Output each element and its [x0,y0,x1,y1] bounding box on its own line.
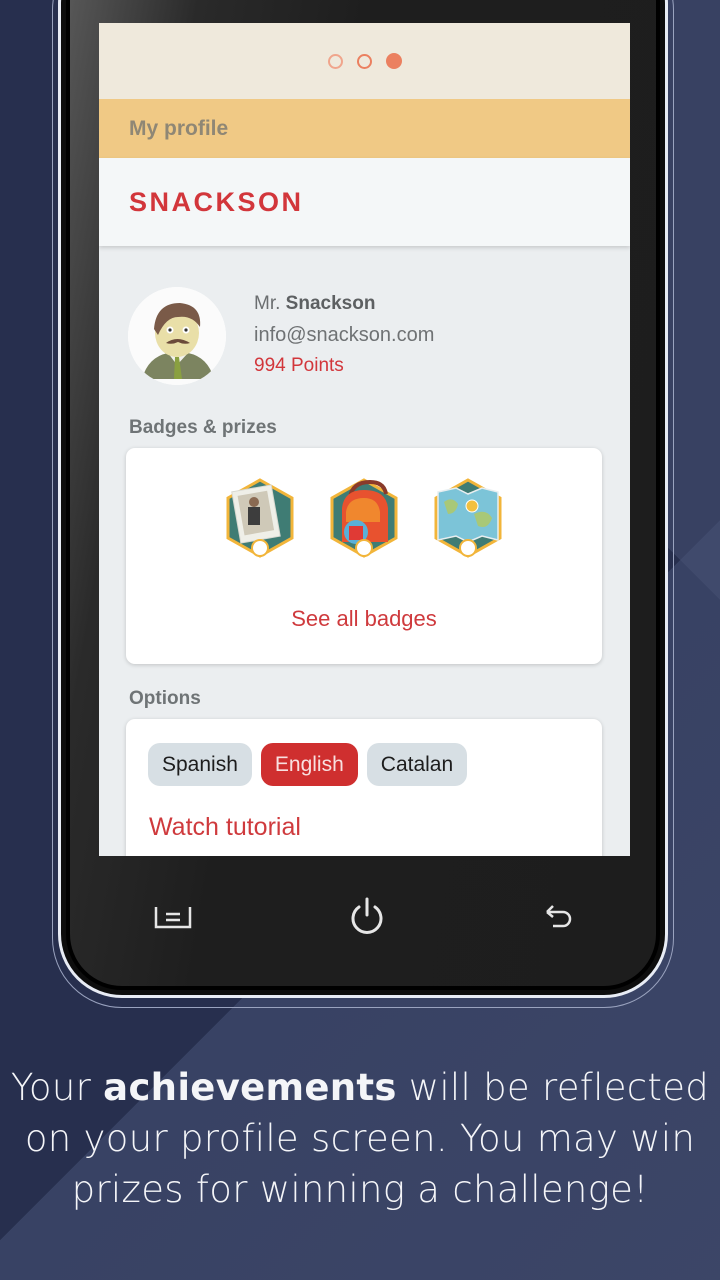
language-chip-english[interactable]: English [260,743,358,786]
options-section-label: Options [129,688,201,709]
page-dot-2[interactable] [356,53,372,69]
page-dot-3-active[interactable] [385,53,402,69]
back-icon [546,905,572,928]
caption-text-start: Your [10,1066,104,1109]
profile-points: 994 Points [254,355,344,376]
page-title: My profile [129,116,229,140]
badges-section-label: Badges & prizes [129,417,277,438]
stamp-badge-icon[interactable] [226,478,294,558]
phone-screen: My profile SNACKSON Mr. Snackson info@sn… [99,23,630,856]
app-bar: My profile [99,99,630,158]
brand-logo: SNACKSON [129,186,304,217]
language-chip-catalan[interactable]: Catalan [366,743,468,786]
promo-caption: Your achievements will be reflected on y… [0,1062,720,1215]
power-icon [351,897,383,934]
avatar [128,287,226,385]
language-selector: Spanish English Catalan [148,743,468,786]
profile-section: Mr. Snackson info@snackson.com 994 Point… [99,246,630,416]
see-all-badges-link[interactable]: See all badges [126,606,602,632]
profile-info: Mr. Snackson info@snackson.com 994 Point… [254,293,434,377]
android-nav-bar [99,856,630,976]
badges-card: See all badges [126,448,602,664]
brand-header: SNACKSON [99,158,630,246]
name: Snackson [285,293,376,314]
page-dot-1[interactable] [327,53,343,69]
profile-email: info@snackson.com [254,324,435,346]
badges-list [126,478,602,558]
options-card: Spanish English Catalan Watch tutorial [126,719,602,856]
watch-tutorial-link[interactable]: Watch tutorial [149,813,301,842]
backpack-badge-icon[interactable] [330,478,398,558]
page-indicator [99,23,630,99]
language-chip-spanish[interactable]: Spanish [148,743,252,786]
back-button[interactable] [536,894,580,938]
name-prefix: Mr. [254,293,281,314]
menu-button[interactable] [151,894,195,938]
map-badge-icon[interactable] [434,478,502,558]
power-button[interactable] [345,894,389,938]
caption-highlight: achievements [103,1066,397,1109]
avatar-illustration-icon [128,287,226,385]
profile-name: Mr. Snackson [254,293,434,324]
menu-icon [154,907,192,929]
